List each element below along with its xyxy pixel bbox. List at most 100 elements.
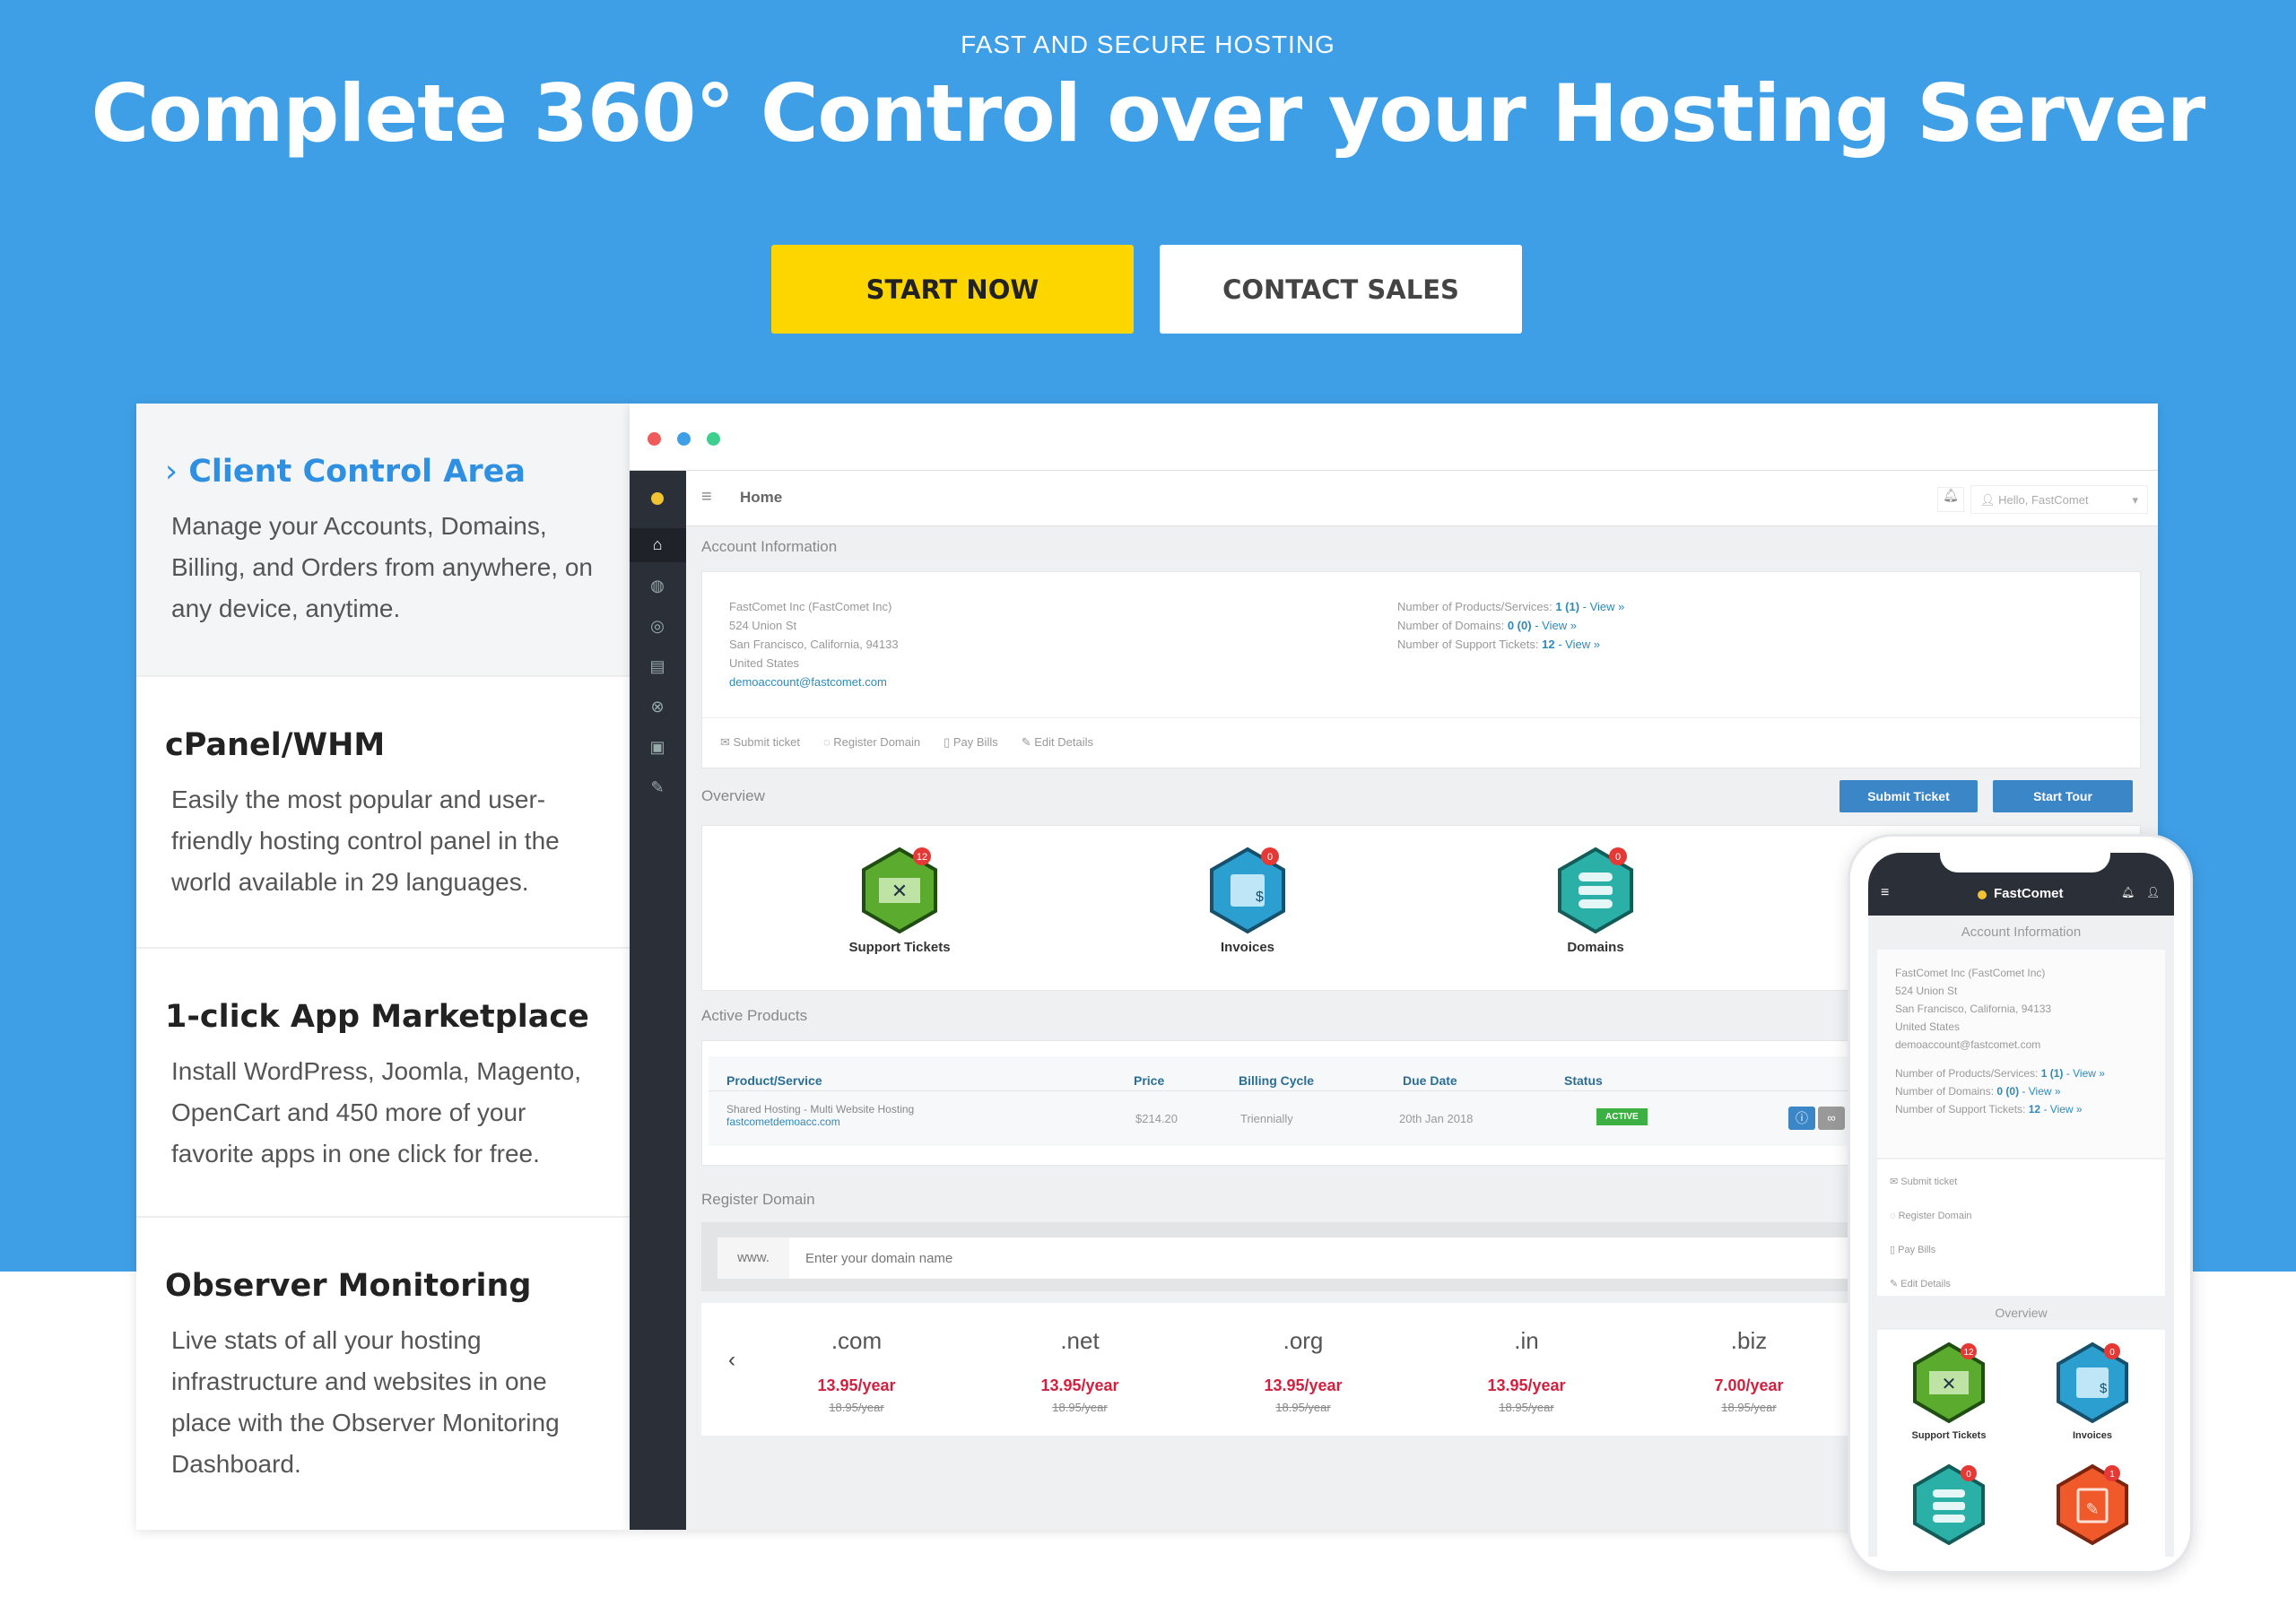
invoice-icon[interactable]: $0: [2055, 1341, 2130, 1425]
tile-label: Support Tickets: [848, 940, 951, 955]
phone-account-card: FastComet Inc (FastComet Inc) 524 Union S…: [1877, 950, 2165, 1158]
tile-label: Invoices: [2072, 1430, 2113, 1441]
account-stats: Number of Products/Services: 1 (1) - Vie…: [1397, 600, 1625, 651]
chevron-down-icon: ▾: [2132, 493, 2138, 507]
svg-text:0: 0: [1966, 1470, 1971, 1480]
maximize-dot-icon[interactable]: [707, 432, 720, 446]
product-name: Shared Hosting - Multi Website Hosting: [726, 1103, 915, 1116]
support-ticket-icon: ✕ 12: [862, 846, 937, 934]
overview-title: Overview: [701, 787, 765, 804]
account-actions: ✉︎ Submit ticket ◌ Register Domain ▯ Pay…: [720, 735, 1093, 750]
svg-text:✕: ✕: [1942, 1375, 1957, 1394]
active-products-title: Active Products: [701, 1007, 808, 1024]
phone-account-title: Account Information: [1961, 925, 2082, 940]
submit-ticket-button[interactable]: Submit Ticket: [1839, 780, 1978, 812]
home-icon[interactable]: ⌂: [646, 535, 669, 555]
close-dot-icon[interactable]: [648, 432, 661, 446]
phone-screen: ≡ FastComet 🔔︎ 👤︎ Account Information Fa…: [1868, 853, 2174, 1557]
page-title: Complete 360° Control over your Hosting …: [91, 67, 2206, 160]
feature-app-marketplace[interactable]: 1-click App Marketplace Install WordPres…: [136, 949, 630, 1218]
globe-icon[interactable]: ◍: [646, 577, 669, 596]
register-domain-link[interactable]: ◌ Register Domain: [823, 735, 920, 750]
order-icon[interactable]: ✎1: [2055, 1463, 2130, 1547]
feature-observer-monitoring[interactable]: Observer Monitoring Live stats of all yo…: [136, 1218, 630, 1530]
col-price[interactable]: Price: [1134, 1073, 1164, 1088]
account-info-title: Account Information: [701, 538, 838, 555]
svg-text:✎: ✎: [2085, 1500, 2099, 1518]
dashboard-header: ≡ Home 🔔︎ 👤︎ Hello, FastComet ▾: [686, 471, 2158, 526]
support-icon[interactable]: ⊗: [646, 698, 669, 717]
database-icon[interactable]: ◎: [646, 617, 669, 637]
tld-com[interactable]: .com 13.95/year 18.95/year: [767, 1327, 946, 1414]
svg-text:1: 1: [2109, 1470, 2115, 1480]
start-tour-button[interactable]: Start Tour: [1993, 780, 2133, 812]
product-cycle: Triennially: [1240, 1112, 1293, 1125]
menu-icon[interactable]: ≡: [701, 487, 712, 508]
email-link[interactable]: demoaccount@fastcomet.com: [729, 673, 899, 691]
minimize-dot-icon[interactable]: [677, 432, 691, 446]
tld-biz[interactable]: .biz 7.00/year 18.95/year: [1659, 1327, 1839, 1414]
feature-desc: Install WordPress, Joomla, Magento, Open…: [171, 1057, 582, 1168]
table-row[interactable]: Shared Hosting - Multi Website Hosting f…: [726, 1103, 914, 1128]
col-status[interactable]: Status: [1564, 1073, 1603, 1088]
feature-title: cPanel/WHM: [165, 727, 386, 763]
submit-ticket-link[interactable]: ✉︎ Submit ticket: [720, 735, 800, 750]
tld-org[interactable]: .org 13.95/year 18.95/year: [1213, 1327, 1393, 1414]
svg-text:$: $: [1256, 890, 1264, 905]
phone-header: ≡ FastComet 🔔︎ 👤︎: [1868, 853, 2174, 916]
tld-in[interactable]: .in 13.95/year 18.95/year: [1437, 1327, 1616, 1414]
tile-label: Support Tickets: [1911, 1430, 1987, 1441]
svg-text:0: 0: [2109, 1348, 2115, 1358]
tld-net[interactable]: .net 13.95/year 18.95/year: [990, 1327, 1170, 1414]
feature-desc: Manage your Accounts, Domains, Billing, …: [171, 512, 593, 622]
phone-mockup: ≡ FastComet 🔔︎ 👤︎ Account Information Fa…: [1848, 834, 2193, 1574]
hero-kicker: FAST AND SECURE HOSTING: [961, 30, 1335, 58]
col-product[interactable]: Product/Service: [726, 1073, 822, 1088]
account-info-card: FastComet Inc (FastComet Inc) 524 Union S…: [701, 571, 2141, 768]
edit-details-link[interactable]: ✎ Edit Details: [1022, 735, 1093, 750]
invoice-icon: $0: [1210, 846, 1285, 934]
greeting: Hello, FastComet: [1998, 493, 2089, 507]
phone-email-link[interactable]: demoaccount@fastcomet.com: [1895, 1036, 2147, 1054]
window-titlebar: [630, 404, 2158, 471]
link-icon[interactable]: ∞: [1818, 1107, 1845, 1130]
database-icon[interactable]: 0: [1911, 1463, 1987, 1547]
start-now-button[interactable]: START NOW: [771, 245, 1134, 334]
col-due[interactable]: Due Date: [1403, 1073, 1457, 1088]
feature-list: › Client Control Area Manage your Accoun…: [136, 404, 630, 1530]
chevron-left-icon[interactable]: ‹: [728, 1348, 735, 1373]
address-block: FastComet Inc (FastComet Inc) 524 Union S…: [729, 597, 899, 691]
product-domain[interactable]: fastcometdemoacc.com: [726, 1116, 914, 1128]
support-ticket-icon[interactable]: ✕ 12: [1911, 1341, 1987, 1425]
tile-label: Invoices: [1220, 940, 1275, 955]
bell-icon[interactable]: 🔔︎: [1937, 487, 1964, 512]
billing-icon[interactable]: ▤: [646, 657, 669, 677]
menu-icon[interactable]: ≡: [1881, 885, 1889, 901]
edit-icon[interactable]: ✎: [646, 778, 669, 798]
register-domain-link[interactable]: ◌ Register Domain: [1890, 1199, 2152, 1233]
view-link[interactable]: - View »: [1583, 600, 1625, 613]
view-link[interactable]: - View »: [1535, 619, 1577, 632]
info-button[interactable]: ⓘ: [1788, 1107, 1815, 1130]
register-domain-title: Register Domain: [701, 1191, 815, 1208]
tile-label: Domains: [1567, 940, 1624, 955]
svg-text:✕: ✕: [891, 880, 908, 902]
contact-sales-button[interactable]: CONTACT SALES: [1160, 245, 1522, 334]
cart-icon[interactable]: ▣: [646, 738, 669, 758]
feature-client-control-area[interactable]: › Client Control Area Manage your Accoun…: [136, 404, 630, 677]
product-price: $214.20: [1135, 1112, 1178, 1125]
breadcrumb-home[interactable]: Home: [740, 489, 782, 507]
user-icon[interactable]: 👤︎: [2146, 886, 2160, 898]
bell-icon[interactable]: 🔔︎: [2121, 886, 2135, 898]
submit-ticket-link[interactable]: ✉︎ Submit ticket: [1890, 1165, 2152, 1199]
feature-cpanel[interactable]: cPanel/WHM Easily the most popular and u…: [136, 677, 630, 949]
pay-bills-link[interactable]: ▯ Pay Bills: [1890, 1233, 2152, 1267]
view-link[interactable]: - View »: [1558, 638, 1600, 651]
user-menu[interactable]: 👤︎ Hello, FastComet ▾: [1970, 485, 2148, 514]
pay-bills-link[interactable]: ▯ Pay Bills: [944, 735, 998, 750]
feature-desc: Live stats of all your hosting infrastru…: [171, 1326, 560, 1478]
svg-text:0: 0: [1267, 852, 1273, 863]
col-billing[interactable]: Billing Cycle: [1239, 1073, 1314, 1088]
edit-details-link[interactable]: ✎ Edit Details: [1890, 1267, 2152, 1301]
dashboard-sidebar: ⌂ ◍ ◎ ▤ ⊗ ▣ ✎: [630, 471, 686, 1530]
